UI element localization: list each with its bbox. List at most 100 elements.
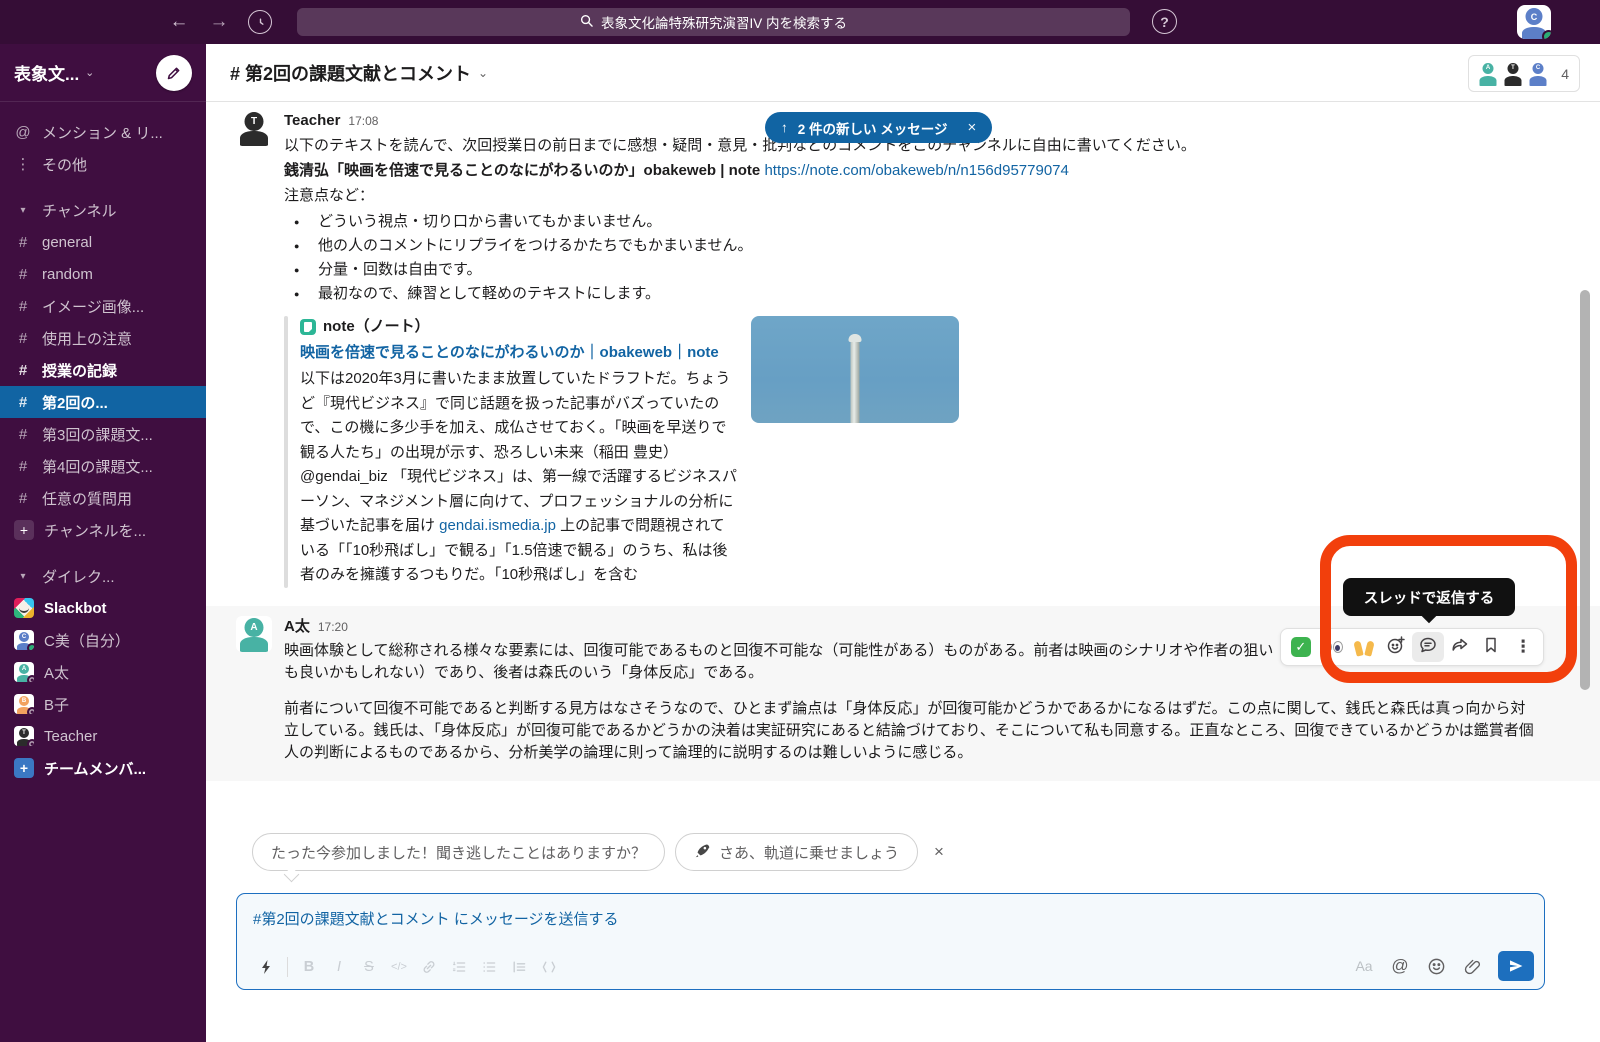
history-clock-icon[interactable] [248, 10, 272, 34]
message-author[interactable]: A太 [284, 616, 310, 638]
sidebar-channel-session4[interactable]: # 第4回の課題文... [0, 450, 206, 482]
hash-icon: # [14, 426, 32, 443]
bullet-list-button[interactable] [474, 953, 504, 981]
add-reaction-button[interactable] [1380, 632, 1412, 662]
attachment-thumbnail-image[interactable] [751, 316, 959, 423]
code-block-button[interactable] [534, 953, 564, 981]
dm-section-header[interactable]: ▾ ダイレク... [0, 560, 206, 592]
eyes-reaction-button[interactable] [1317, 632, 1349, 662]
mention-button[interactable]: @ [1384, 952, 1416, 980]
invite-members-button[interactable]: + チームメンバ... [0, 752, 206, 784]
sidebar-channel-questions[interactable]: # 任意の質問用 [0, 482, 206, 514]
avatar[interactable]: T [236, 110, 272, 146]
main-pane: # 第2回の課題文献とコメント ⌄ A T C 4 ↑ [206, 44, 1600, 1042]
chevron-down-icon: ▾ [14, 571, 32, 582]
presence-offline-dot [27, 707, 34, 714]
message-text: 前者について回復不可能であると判断する見方はなさそうなので、ひとまず論点は「身体… [284, 698, 1536, 764]
sidebar-channel-class-records[interactable]: # 授業の記録 [0, 354, 206, 386]
mention-at-icon: @ [14, 124, 32, 141]
dm-item-self[interactable]: C C美（自分） [0, 624, 206, 656]
attachment-bar [284, 316, 288, 588]
sidebar-item-more[interactable]: ⋮ その他 [0, 148, 206, 180]
sidebar-channel-image[interactable]: # イメージ画像... [0, 290, 206, 322]
arrow-up-icon: ↑ [781, 120, 788, 135]
share-message-button[interactable] [1444, 632, 1476, 662]
avatar: B [14, 694, 34, 714]
notes-bullet-list: どういう視点・切り口から書いてもかまいません。 他の人のコメントにリプライをつけ… [292, 210, 1536, 306]
sidebar-channel-general[interactable]: # general [0, 226, 206, 258]
channels-section-header[interactable]: ▾ チャンネル [0, 194, 206, 226]
sidebar-channel-session3[interactable]: # 第3回の課題文... [0, 418, 206, 450]
sidebar-channel-session2-selected[interactable]: # 第2回の... [0, 386, 206, 418]
message-composer[interactable]: #第2回の課題文献とコメント にメッセージを送信する B I S </> [236, 893, 1545, 990]
emoji-add-icon [1386, 635, 1406, 660]
raised-hands-reaction-button[interactable] [1349, 632, 1381, 662]
raised-hands-emoji [1354, 638, 1374, 656]
message-timestamp[interactable]: 17:08 [348, 110, 378, 132]
suggestions-close-icon[interactable]: × [934, 842, 944, 862]
dm-item-b-ko[interactable]: B B子 [0, 688, 206, 720]
add-channel-button[interactable]: + チャンネルを... [0, 514, 206, 546]
workspace-header[interactable]: 表象文... ⌄ [0, 44, 206, 102]
hash-icon: # [14, 298, 32, 315]
reference-url-link[interactable]: https://note.com/obakeweb/n/n156d9577907… [764, 162, 1068, 179]
more-actions-button[interactable]: ⋮ [1507, 632, 1539, 662]
dm-item-slackbot[interactable]: Slackbot [0, 592, 206, 624]
share-arrow-icon [1450, 635, 1470, 660]
plus-icon: + [14, 520, 34, 540]
more-dots-icon: ⋮ [14, 155, 32, 173]
bullet-item: 他の人のコメントにリプライをつけるかたちでもかまいません。 [292, 234, 1536, 258]
bold-button[interactable]: B [294, 953, 324, 981]
emoji-picker-button[interactable] [1420, 952, 1452, 980]
formatting-toolbar: B I S </> [251, 953, 564, 981]
bullet-item: どういう視点・切り口から書いてもかまいません。 [292, 210, 1536, 234]
suggestion-pill-on-track[interactable]: さあ、軌道に乗せましょう [675, 833, 918, 871]
channel-members-button[interactable]: A T C 4 [1468, 55, 1580, 92]
send-button[interactable] [1498, 951, 1534, 981]
ordered-list-button[interactable] [444, 953, 474, 981]
shortcuts-lightning-button[interactable] [251, 953, 281, 981]
reply-in-thread-tooltip: スレッドで返信する [1343, 578, 1515, 616]
compose-button[interactable] [156, 55, 192, 91]
dm-item-teacher[interactable]: T Teacher [0, 720, 206, 752]
member-count: 4 [1561, 66, 1569, 82]
dm-item-a-ta[interactable]: A A太 [0, 656, 206, 688]
help-icon[interactable]: ? [1152, 9, 1177, 34]
code-button[interactable]: </> [384, 953, 414, 981]
hash-icon: # [14, 362, 32, 379]
sidebar-nav: @ メンション & リ... ⋮ その他 ▾ チャンネル # general #… [0, 102, 206, 784]
suggestion-pill-just-joined[interactable]: たった今参加しました！聞き逃したことはありますか？ [252, 833, 665, 871]
banner-close-icon[interactable]: × [968, 119, 977, 136]
history-forward-button[interactable]: → [206, 9, 232, 35]
sidebar-channel-usage-notes[interactable]: # 使用上の注意 [0, 322, 206, 354]
white-check-mark-emoji: ✓ [1291, 637, 1311, 657]
workspace-name: 表象文... [14, 60, 79, 85]
strikethrough-button[interactable]: S [354, 953, 384, 981]
format-toggle-button[interactable]: Aa [1348, 952, 1380, 980]
reply-in-thread-button[interactable] [1412, 632, 1444, 662]
inline-link[interactable]: gendai.ismedia.jp [439, 517, 556, 534]
italic-button[interactable]: I [324, 953, 354, 981]
avatar: C [14, 630, 34, 650]
sidebar-item-mentions[interactable]: @ メンション & リ... [0, 116, 206, 148]
presence-offline-dot [27, 739, 34, 746]
composer-input[interactable]: #第2回の課題文献とコメント にメッセージを送信する [237, 894, 1544, 929]
search-bar[interactable]: 表象文化論特殊研究演習IV 内を検索する [297, 8, 1130, 36]
user-avatar[interactable]: C [1517, 5, 1551, 39]
white-check-mark-reaction-button[interactable]: ✓ [1285, 632, 1317, 662]
sidebar-channel-random[interactable]: # random [0, 258, 206, 290]
save-message-button[interactable] [1476, 632, 1508, 662]
blockquote-button[interactable] [504, 953, 534, 981]
attach-file-button[interactable] [1456, 952, 1488, 980]
avatar[interactable]: A [236, 616, 272, 652]
new-messages-banner[interactable]: ↑ 2 件の新しい メッセージ × [765, 112, 992, 143]
search-icon [580, 14, 593, 30]
attachment-title-link[interactable]: 映画を倍速で見ることのなにがわるいのか｜obakeweb｜note [300, 341, 737, 365]
vertical-scrollbar-thumb[interactable] [1580, 290, 1590, 690]
channel-title[interactable]: # 第2回の課題文献とコメント [230, 60, 471, 86]
history-back-button[interactable]: ← [166, 9, 192, 35]
link-button[interactable] [414, 953, 444, 981]
message-timestamp[interactable]: 17:20 [318, 616, 348, 638]
message-author[interactable]: Teacher [284, 110, 340, 132]
more-vert-icon: ⋮ [1515, 637, 1532, 657]
